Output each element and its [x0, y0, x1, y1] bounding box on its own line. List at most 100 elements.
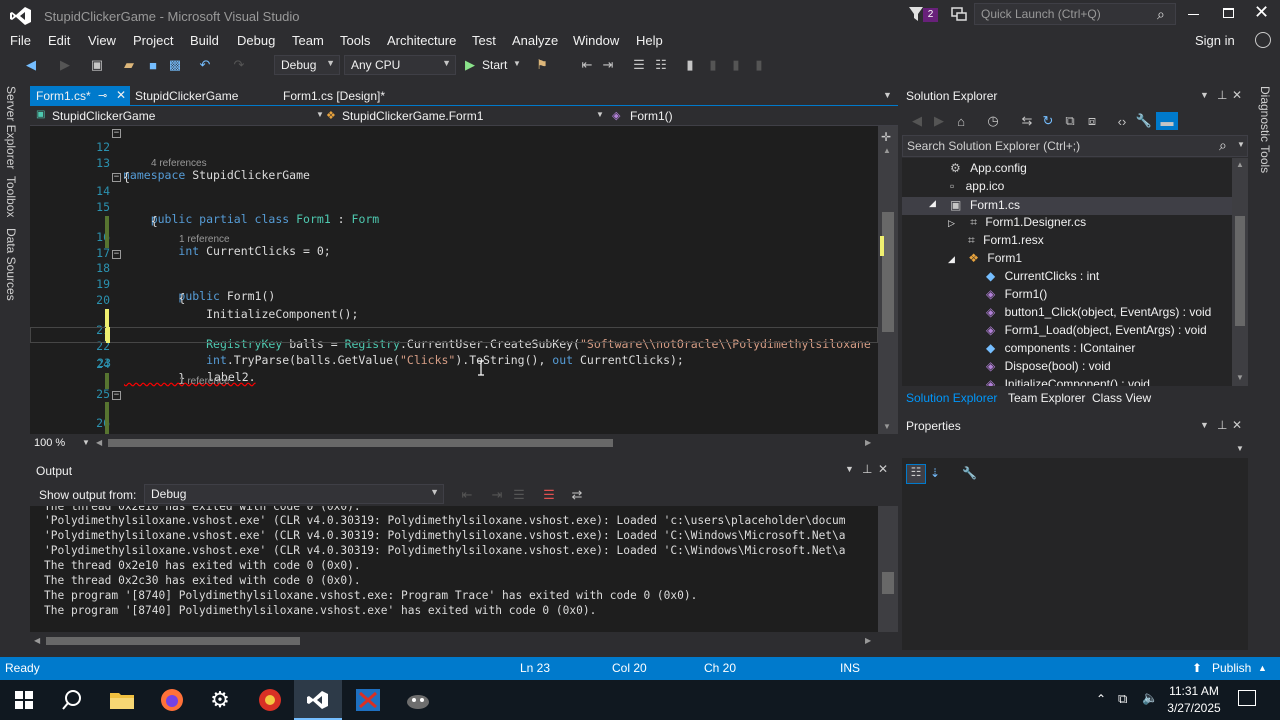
- scroll-down-icon[interactable]: ▼: [883, 422, 891, 431]
- scroll-thumb[interactable]: [46, 637, 300, 645]
- preview-selected-icon[interactable]: ▬: [1156, 112, 1178, 130]
- tab-solution-explorer[interactable]: Solution Explorer: [906, 391, 997, 405]
- scroll-thumb[interactable]: [1235, 216, 1245, 326]
- forward-icon[interactable]: ▶: [930, 112, 948, 130]
- categorized-icon[interactable]: ☷: [906, 464, 926, 484]
- tree-item-button1-click[interactable]: ◈ button1_Click(object, EventArgs) : voi…: [986, 305, 1211, 323]
- solution-tree-scrollbar[interactable]: ▲ ▼: [1232, 158, 1248, 386]
- scroll-up-icon[interactable]: ▲: [883, 146, 891, 155]
- menu-edit[interactable]: Edit: [48, 33, 70, 48]
- tree-item-form1-load[interactable]: ◈ Form1_Load(object, EventArgs) : void: [986, 323, 1207, 341]
- minimize-icon[interactable]: [1188, 14, 1199, 15]
- expanded-icon[interactable]: ◢: [929, 198, 936, 209]
- view-code-icon[interactable]: ‹›: [1113, 112, 1131, 130]
- clock-time[interactable]: 11:31 AM: [1164, 684, 1224, 698]
- property-pages-icon[interactable]: 🔧: [962, 466, 977, 480]
- zoom-level[interactable]: 100 %: [34, 437, 65, 449]
- window-position-icon[interactable]: ▼: [845, 464, 854, 474]
- solution-explorer-search[interactable]: Search Solution Explorer (Ctrl+;) ⌕ ▼: [902, 135, 1248, 157]
- menu-team[interactable]: Team: [292, 33, 324, 48]
- tree-item-form1-class[interactable]: ◢ ❖ Form1: [948, 251, 1022, 269]
- menu-debug[interactable]: Debug: [237, 33, 275, 48]
- tab-form1-cs[interactable]: Form1.cs* ⊸ ✕: [30, 86, 130, 106]
- close-window-icon[interactable]: ✕: [1254, 2, 1269, 23]
- tree-item-currentclicks[interactable]: ◆ CurrentClicks : int: [986, 269, 1099, 287]
- class-select[interactable]: ❖ StupidClickerGame.Form1 ▼: [326, 107, 606, 125]
- feedback-icon[interactable]: [951, 7, 967, 22]
- scroll-down-icon[interactable]: ▼: [1236, 373, 1244, 382]
- clock-date[interactable]: 3/27/2025: [1164, 701, 1224, 715]
- sign-in-link[interactable]: Sign in: [1195, 33, 1235, 48]
- tree-item-dispose[interactable]: ◈ Dispose(bool) : void: [986, 359, 1111, 377]
- pin-icon[interactable]: ⊥: [862, 462, 872, 476]
- chevron-up-icon[interactable]: ▲: [1258, 663, 1267, 673]
- notification-badge[interactable]: 2: [923, 8, 938, 22]
- window-position-icon[interactable]: ▼: [1200, 90, 1209, 100]
- menu-build[interactable]: Build: [190, 33, 219, 48]
- output-vertical-scrollbar[interactable]: [878, 506, 898, 632]
- tree-item-initializecomponent[interactable]: ◈ InitializeComponent() : void: [986, 377, 1150, 386]
- tree-item-form1-ctor[interactable]: ◈ Form1(): [986, 287, 1047, 305]
- menu-tools[interactable]: Tools: [340, 33, 370, 48]
- tree-item-components[interactable]: ◆ components : IContainer: [986, 341, 1135, 359]
- find-in-files-icon[interactable]: ⚑: [533, 56, 551, 74]
- editor-horizontal-scrollbar[interactable]: 100 % ▼ ◀ ▶: [30, 434, 898, 452]
- solution-platform-select[interactable]: Any CPU ▼: [344, 55, 456, 75]
- search-icon[interactable]: ⌕: [1219, 137, 1227, 154]
- scroll-thumb[interactable]: [882, 212, 894, 332]
- show-all-files-icon[interactable]: ⧈: [1083, 112, 1101, 130]
- next-message-icon[interactable]: ⇥: [488, 486, 506, 504]
- step-icon[interactable]: ⇤: [578, 56, 596, 74]
- undo-icon[interactable]: ↶: [196, 56, 214, 74]
- window-position-icon[interactable]: ▼: [1200, 420, 1209, 430]
- network-icon[interactable]: ⧉: [1118, 691, 1127, 707]
- chevron-down-icon[interactable]: ▼: [82, 438, 90, 447]
- quick-launch[interactable]: Quick Launch (Ctrl+Q) ⌕: [974, 3, 1176, 25]
- app-icon[interactable]: [246, 680, 294, 720]
- previous-message-icon[interactable]: ⇤: [458, 486, 476, 504]
- start-button[interactable]: ▶ Start ▼: [462, 55, 524, 75]
- start-menu-icon[interactable]: [0, 680, 48, 720]
- pin-icon[interactable]: ⊸: [98, 89, 107, 102]
- save-icon[interactable]: ■: [144, 56, 162, 74]
- pin-icon[interactable]: ⊥: [1217, 418, 1227, 432]
- properties-icon[interactable]: 🔧: [1135, 112, 1153, 130]
- publish-button[interactable]: Publish: [1212, 661, 1251, 675]
- tree-item-form1-resx[interactable]: ⌗ Form1.resx: [968, 233, 1044, 251]
- bookmark-icon[interactable]: ▮: [681, 56, 699, 74]
- home-icon[interactable]: ⌂: [952, 112, 970, 130]
- output-text[interactable]: The thread 0x2e10 has exited with code 0…: [30, 506, 878, 632]
- visual-studio-taskbar-icon[interactable]: [294, 680, 342, 720]
- clear-bookmarks-icon[interactable]: ▮: [750, 56, 768, 74]
- member-select[interactable]: ◈ Form1(): [610, 107, 895, 125]
- scroll-right-icon[interactable]: ▶: [865, 438, 871, 447]
- output-source-select[interactable]: Debug ▼: [144, 484, 444, 504]
- new-project-icon[interactable]: ▣: [88, 56, 106, 74]
- output-horizontal-scrollbar[interactable]: ◀ ▶: [30, 632, 898, 650]
- save-all-icon[interactable]: ▩: [166, 56, 184, 74]
- account-icon[interactable]: [1255, 32, 1271, 48]
- codelens-references[interactable]: 1 reference: [179, 234, 230, 246]
- menu-test[interactable]: Test: [472, 33, 496, 48]
- tab-class-view[interactable]: Class View: [1092, 391, 1151, 405]
- project-select[interactable]: ▣ StupidClickerGame ▼: [32, 107, 332, 125]
- back-icon[interactable]: ◀: [22, 56, 40, 74]
- menu-view[interactable]: View: [88, 33, 116, 48]
- data-sources-tab[interactable]: Data Sources: [4, 228, 18, 301]
- toolbox-tab[interactable]: Toolbox: [4, 176, 18, 217]
- tree-item-app-ico[interactable]: ▫ app.ico: [950, 179, 1004, 197]
- close-panel-icon[interactable]: ✕: [878, 462, 888, 476]
- collapse-icon[interactable]: −: [112, 173, 121, 182]
- properties-object-select[interactable]: ▼: [902, 440, 1248, 458]
- chevron-down-icon[interactable]: ▼: [1237, 140, 1245, 149]
- restore-icon[interactable]: [1223, 8, 1234, 18]
- scroll-left-icon[interactable]: ◀: [34, 636, 40, 645]
- menu-analyze[interactable]: Analyze: [512, 33, 558, 48]
- scroll-left-icon[interactable]: ◀: [96, 438, 102, 447]
- filter-notifications-icon[interactable]: [909, 6, 923, 22]
- step-out-icon[interactable]: ⇥: [599, 56, 617, 74]
- volume-muted-icon[interactable]: 🔈: [1142, 690, 1158, 706]
- file-explorer-icon[interactable]: [98, 680, 146, 720]
- settings-icon[interactable]: ⚙: [196, 680, 244, 720]
- history-icon[interactable]: ◷: [984, 112, 1002, 130]
